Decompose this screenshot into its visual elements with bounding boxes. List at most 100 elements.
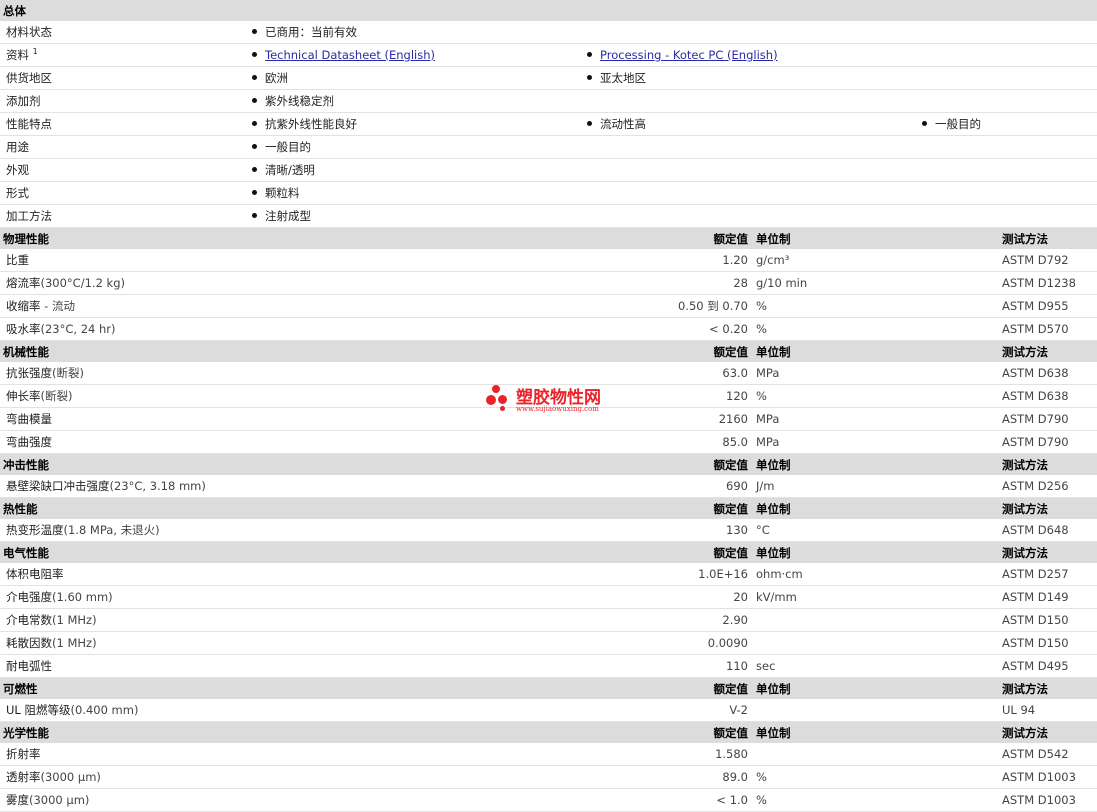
section-header: 电气性能 额定值 单位制 测试方法 [0, 541, 1097, 563]
properties-table: 物理性能 额定值 单位制 测试方法 比重 1.20 g/cm³ ASTM D792 熔流率(30… [0, 228, 1097, 812]
property-value: 1.580 [500, 743, 748, 766]
header-unit: 单位制 [748, 228, 1002, 249]
property-method: ASTM D257 [1002, 563, 1097, 586]
section-header: 光学性能 额定值 单位制 测试方法 [0, 721, 1097, 743]
general-row: 用途 一般目的 [0, 135, 1097, 159]
section-header: 物理性能 额定值 单位制 测试方法 [0, 228, 1097, 249]
property-name: 体积电阻率 [0, 563, 500, 586]
general-cell: 紫外线稳定剂 [252, 89, 587, 113]
general-cell: 抗紫外线性能良好 [252, 112, 587, 136]
section-title: 总体 [0, 0, 1097, 21]
general-cell: Technical Datasheet (English) [252, 43, 587, 67]
property-condition: (断裂) [40, 389, 73, 403]
general-cell: 欧洲 [252, 66, 587, 90]
header-value: 额定值 [500, 541, 748, 563]
property-method: ASTM D256 [1002, 475, 1097, 498]
header-value: 额定值 [500, 677, 748, 699]
property-name-text: 收缩率 [6, 299, 41, 313]
header-value: 额定值 [500, 228, 748, 249]
property-name: 弯曲强度 [0, 430, 500, 454]
general-cell [922, 21, 1097, 44]
section-title: 光学性能 [0, 721, 500, 743]
property-unit: ohm·cm [748, 563, 1002, 586]
section-header: 机械性能 额定值 单位制 测试方法 [0, 340, 1097, 362]
section-title: 冲击性能 [0, 453, 500, 475]
property-value: 0.0090 [500, 631, 748, 655]
general-cell [922, 135, 1097, 159]
header-method: 测试方法 [1002, 677, 1097, 699]
general-cell: 亚太地区 [587, 66, 922, 90]
property-condition: (1.8 MPa, 未退火) [63, 523, 160, 537]
property-name-text: 透射率 [6, 770, 41, 784]
property-value: 690 [500, 475, 748, 498]
property-unit: % [748, 788, 1002, 812]
header-value: 额定值 [500, 453, 748, 475]
property-name-text: 熔流率 [6, 276, 41, 290]
property-name: 耗散因数(1 MHz) [0, 631, 500, 655]
datasheet-link[interactable]: Processing - Kotec PC (English) [600, 48, 778, 62]
general-cell: 一般目的 [922, 112, 1097, 136]
general-cell [587, 135, 922, 159]
property-row: 热变形温度(1.8 MPa, 未退火) 130 °C ASTM D648 [0, 519, 1097, 542]
header-method: 测试方法 [1002, 541, 1097, 563]
property-row: 介电常数(1 MHz) 2.90 ASTM D150 [0, 608, 1097, 632]
general-label: 加工方法 [0, 204, 252, 228]
property-row: 耗散因数(1 MHz) 0.0090 ASTM D150 [0, 631, 1097, 655]
watermark-logo: 塑胶物性网 www.sujiaowuxing.com [486, 383, 626, 419]
property-name: 比重 [0, 249, 500, 272]
property-unit: g/cm³ [748, 249, 1002, 272]
section-title: 热性能 [0, 497, 500, 519]
bullet-icon [252, 29, 257, 34]
property-method: ASTM D542 [1002, 743, 1097, 766]
section-title: 电气性能 [0, 541, 500, 563]
general-cell [922, 89, 1097, 113]
header-method: 测试方法 [1002, 228, 1097, 249]
property-name: 透射率(3000 µm) [0, 765, 500, 789]
property-value: < 0.20 [500, 317, 748, 341]
datasheet-link[interactable]: Technical Datasheet (English) [265, 48, 435, 62]
property-unit [748, 631, 1002, 655]
general-label: 资料 1 [0, 43, 252, 67]
general-value: 注射成型 [265, 209, 311, 223]
property-row: 收缩率 - 流动 0.50 到 0.70% ASTM D955 [0, 294, 1097, 318]
property-name-text: 体积电阻率 [6, 567, 64, 581]
general-label: 性能特点 [0, 112, 252, 136]
general-cell [922, 204, 1097, 228]
header-method: 测试方法 [1002, 340, 1097, 362]
general-label: 材料状态 [0, 21, 252, 44]
section-title: 物理性能 [0, 228, 500, 249]
header-unit: 单位制 [748, 541, 1002, 563]
property-value: 110 [500, 654, 748, 678]
property-condition: (1 MHz) [52, 613, 97, 627]
general-label-text: 形式 [6, 186, 29, 200]
property-row: 体积电阻率 1.0E+16 ohm·cm ASTM D257 [0, 563, 1097, 586]
general-label-text: 用途 [6, 140, 29, 154]
general-row: 材料状态 已商用：当前有效 [0, 21, 1097, 44]
property-name: 抗张强度(断裂) [0, 362, 500, 385]
property-unit: % [748, 765, 1002, 789]
property-condition: (3000 µm) [40, 770, 101, 784]
property-name: 雾度(3000 µm) [0, 788, 500, 812]
property-unit [748, 743, 1002, 766]
property-value: < 1.0 [500, 788, 748, 812]
property-condition: (23°C, 3.18 mm) [109, 479, 206, 493]
property-unit: °C [748, 519, 1002, 542]
section-header: 冲击性能 额定值 单位制 测试方法 [0, 453, 1097, 475]
general-row: 加工方法 注射成型 [0, 204, 1097, 228]
general-cell [587, 89, 922, 113]
section-title: 机械性能 [0, 340, 500, 362]
property-name-text: 弯曲模量 [6, 412, 52, 426]
header-unit: 单位制 [748, 677, 1002, 699]
property-name: 弯曲模量 [0, 407, 500, 431]
property-unit: g/10 min [748, 271, 1002, 295]
property-unit: MPa [748, 362, 1002, 385]
header-method: 测试方法 [1002, 497, 1097, 519]
property-name-text: UL 阻燃等级 [6, 703, 71, 717]
property-name: 耐电弧性 [0, 654, 500, 678]
property-unit: % [748, 294, 1002, 318]
property-name: 伸长率(断裂) [0, 384, 500, 408]
bullet-icon [587, 75, 592, 80]
property-method: ASTM D648 [1002, 519, 1097, 542]
property-name-text: 比重 [6, 253, 29, 267]
property-row: 比重 1.20 g/cm³ ASTM D792 [0, 249, 1097, 272]
